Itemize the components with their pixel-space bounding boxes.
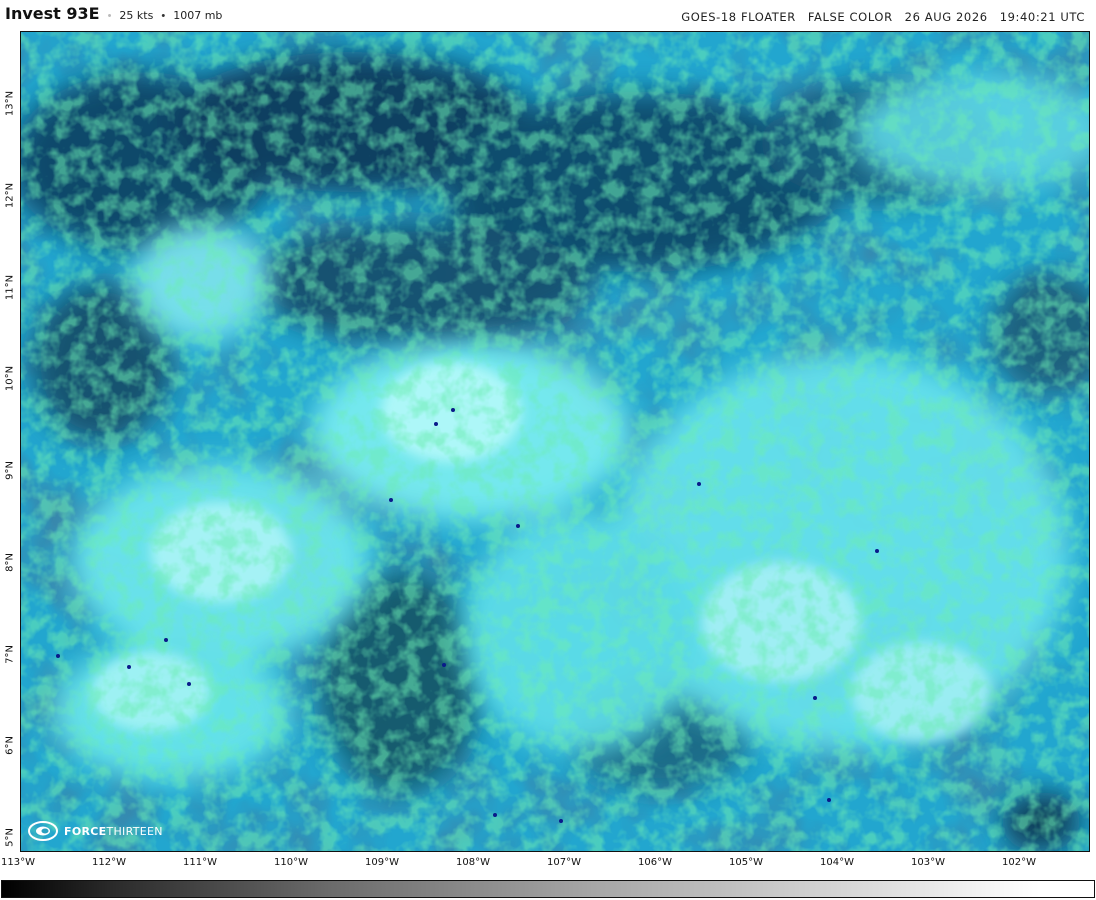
latitude-label: 13°N bbox=[4, 90, 16, 117]
colorbar bbox=[0, 879, 1096, 900]
product-name: FALSE COLOR bbox=[807, 10, 893, 24]
longitude-label: 109°W bbox=[365, 857, 399, 868]
logo-mark-icon bbox=[28, 821, 58, 841]
colorbar-gradient bbox=[1, 880, 1095, 898]
latitude-label: 10°N bbox=[4, 365, 16, 392]
latitude-label: 9°N bbox=[4, 461, 16, 480]
latitude-label: 5°N bbox=[4, 828, 16, 847]
longitude-label: 107°W bbox=[547, 857, 581, 868]
separator-dot-icon: • bbox=[161, 10, 166, 22]
satellite-name: GOES-18 FLOATER bbox=[681, 10, 796, 24]
longitude-label: 110°W bbox=[274, 857, 308, 868]
logo-text: FORCETHIRTEEN bbox=[64, 824, 163, 838]
satellite-info: GOES-18 FLOATER FALSE COLOR 26 AUG 2026 … bbox=[681, 10, 1085, 24]
satellite-image[interactable] bbox=[20, 31, 1090, 852]
image-time: 19:40:21 UTC bbox=[999, 10, 1085, 24]
longitude-label: 112°W bbox=[92, 857, 126, 868]
cloud-imagery bbox=[21, 32, 1089, 851]
separator-dot-icon: • bbox=[107, 10, 112, 22]
longitude-label: 113°W bbox=[1, 857, 35, 868]
latitude-label: 12°N bbox=[4, 182, 16, 209]
longitude-label: 106°W bbox=[638, 857, 672, 868]
longitude-label: 108°W bbox=[456, 857, 490, 868]
header-bar: Invest 93E • 25 kts • 1007 mb GOES-18 FL… bbox=[0, 0, 1096, 30]
storm-name: Invest 93E bbox=[5, 4, 100, 23]
latitude-label: 8°N bbox=[4, 553, 16, 572]
longitude-label: 111°W bbox=[183, 857, 217, 868]
longitude-label: 102°W bbox=[1002, 857, 1036, 868]
storm-intensity: 25 kts bbox=[119, 9, 154, 22]
latitude-label: 6°N bbox=[4, 736, 16, 755]
storm-pressure: 1007 mb bbox=[173, 9, 223, 22]
latitude-label: 7°N bbox=[4, 645, 16, 664]
latitude-label: 11°N bbox=[4, 274, 16, 301]
longitude-label: 104°W bbox=[820, 857, 854, 868]
storm-info: Invest 93E • 25 kts • 1007 mb bbox=[5, 4, 222, 23]
longitude-label: 105°W bbox=[729, 857, 763, 868]
force-thirteen-logo: FORCETHIRTEEN bbox=[28, 820, 163, 842]
longitude-label: 103°W bbox=[911, 857, 945, 868]
image-date: 26 AUG 2026 bbox=[904, 10, 988, 24]
